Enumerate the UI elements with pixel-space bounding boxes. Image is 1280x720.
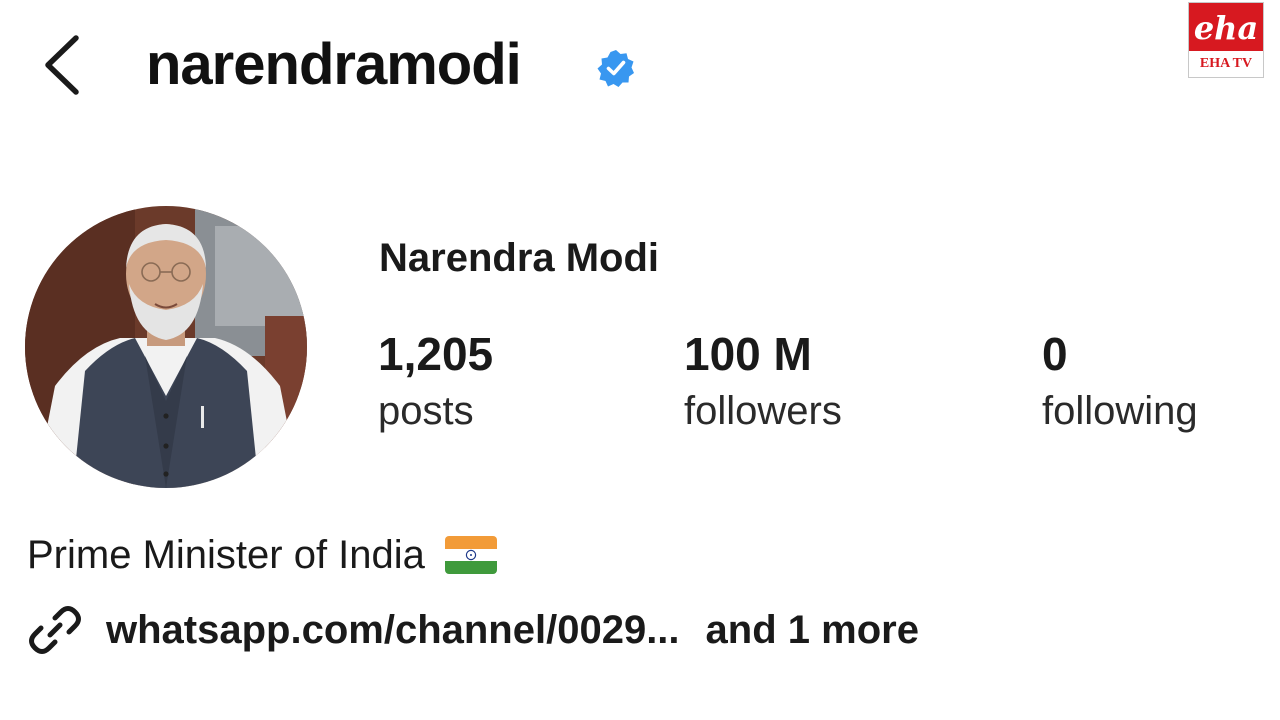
profile-link-row: whatsapp.com/channel/0029... and 1 more [26, 600, 919, 660]
profile-username: narendramodi [146, 32, 522, 97]
link-icon [26, 601, 84, 659]
verified-badge-icon [596, 48, 636, 88]
svg-text:eha: eha [1194, 9, 1258, 47]
profile-avatar[interactable] [25, 206, 307, 488]
stat-following[interactable]: 0 following [1042, 326, 1198, 440]
india-flag-icon [444, 536, 497, 574]
more-links-button[interactable]: and 1 more [706, 608, 919, 653]
profile-bio: Prime Minister of India [27, 530, 497, 580]
followers-label: followers [684, 389, 842, 433]
back-button[interactable] [38, 30, 88, 100]
eha-tv-logo: eha EHA TV [1188, 2, 1264, 78]
stat-posts[interactable]: 1,205 posts [378, 326, 493, 440]
following-label: following [1042, 389, 1198, 433]
followers-count: 100 M [684, 328, 812, 380]
stat-followers[interactable]: 100 M followers [684, 326, 842, 440]
profile-display-name: Narendra Modi [379, 236, 660, 280]
instagram-profile-screen: narendramodi eha EHA TV Narendra Modi 1,… [0, 0, 1280, 720]
posts-label: posts [378, 389, 474, 433]
following-count: 0 [1042, 328, 1068, 380]
posts-count: 1,205 [378, 328, 494, 380]
chevron-left-icon [45, 35, 79, 95]
svg-text:EHA TV: EHA TV [1200, 56, 1252, 71]
bio-text: Prime Minister of India [27, 533, 425, 577]
profile-link[interactable]: whatsapp.com/channel/0029... [106, 608, 680, 653]
